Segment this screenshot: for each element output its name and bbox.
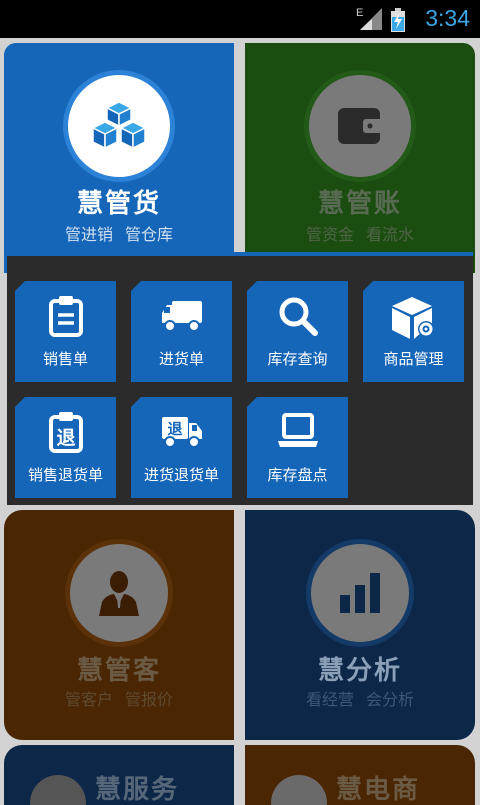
analysis-tile-title: 慧分析 bbox=[317, 656, 402, 686]
clock-time: 3:34 bbox=[425, 5, 470, 31]
customer-icon-circle bbox=[70, 544, 168, 642]
laptop-icon bbox=[277, 413, 318, 447]
goods-submenu-panel: 销售单 进货单 库存查询 商品管理 退 销售退货单 退 进货退货单 库存盘点 bbox=[7, 252, 473, 505]
customer-management-tile[interactable]: 慧管客 管客户 管报价 bbox=[4, 510, 234, 740]
return-glyph-sales: 退 bbox=[56, 427, 75, 449]
goods-management-tile[interactable]: 慧管货 管进销 管仓库 bbox=[4, 43, 234, 273]
customer-sub-quotes: 管报价 bbox=[125, 690, 174, 709]
account-sub-flow: 看流水 bbox=[366, 225, 415, 244]
person-icon bbox=[99, 571, 139, 616]
goods-sub-sales: 管进销 bbox=[64, 225, 113, 244]
analysis-icon-circle bbox=[311, 544, 409, 642]
search-icon bbox=[279, 297, 318, 336]
wallet-icon bbox=[338, 108, 383, 144]
service-tile[interactable]: 慧服务 bbox=[4, 745, 234, 805]
account-icon-circle bbox=[309, 75, 411, 177]
sales-return-label: 销售退货单 bbox=[27, 466, 103, 484]
customer-sub-customers: 管客户 bbox=[64, 690, 113, 709]
inventory-check-label: 库存盘点 bbox=[267, 466, 328, 484]
account-tile-title: 慧管账 bbox=[317, 189, 402, 219]
analysis-sub-analyze: 会分析 bbox=[366, 690, 415, 709]
inventory-query-button[interactable]: 库存查询 bbox=[247, 281, 348, 382]
clipboard-icon bbox=[48, 296, 83, 337]
inventory-check-button[interactable]: 库存盘点 bbox=[247, 397, 348, 498]
customer-tile-title: 慧管客 bbox=[76, 656, 161, 686]
goods-sub-warehouse: 管仓库 bbox=[125, 225, 174, 244]
signal-icon: E bbox=[356, 7, 382, 30]
analysis-tile-subtitle: 看经营 会分析 bbox=[245, 686, 475, 710]
status-bar: E 3:34 bbox=[0, 0, 480, 38]
analysis-tile[interactable]: 慧分析 看经营 会分析 bbox=[245, 510, 475, 740]
truck-icon bbox=[161, 301, 202, 332]
sales-return-button[interactable]: 退 销售退货单 bbox=[15, 397, 116, 498]
bar-chart-icon bbox=[340, 573, 380, 613]
purchase-order-button[interactable]: 进货单 bbox=[131, 281, 232, 382]
purchase-order-label: 进货单 bbox=[158, 350, 204, 368]
customer-tile-subtitle: 管客户 管报价 bbox=[4, 686, 234, 710]
product-management-button[interactable]: 商品管理 bbox=[363, 281, 464, 382]
ecommerce-tile[interactable]: 慧电商 bbox=[245, 745, 475, 805]
box-gear-icon bbox=[391, 297, 434, 339]
inventory-query-label: 库存查询 bbox=[267, 350, 328, 368]
purchase-return-label: 进货退货单 bbox=[143, 466, 219, 484]
return-clipboard-icon: 退 bbox=[48, 412, 83, 453]
sales-order-label: 销售单 bbox=[42, 350, 88, 368]
panel-accent-line bbox=[7, 252, 473, 256]
goods-tile-subtitle: 管进销 管仓库 bbox=[4, 221, 234, 245]
return-glyph-purchase: 退 bbox=[167, 420, 182, 438]
product-management-label: 商品管理 bbox=[383, 350, 444, 368]
purchase-return-button[interactable]: 退 进货退货单 bbox=[131, 397, 232, 498]
analysis-sub-business: 看经营 bbox=[305, 690, 354, 709]
battery-charging-icon bbox=[391, 8, 405, 32]
account-tile-subtitle: 管资金 看流水 bbox=[245, 221, 475, 245]
goods-tile-title: 慧管货 bbox=[76, 189, 161, 219]
sales-order-button[interactable]: 销售单 bbox=[15, 281, 116, 382]
goods-icon-circle bbox=[68, 75, 170, 177]
account-management-tile[interactable]: 慧管账 管资金 看流水 bbox=[245, 43, 475, 273]
return-truck-icon: 退 bbox=[161, 417, 202, 448]
account-sub-funds: 管资金 bbox=[305, 225, 354, 244]
boxes-icon bbox=[92, 101, 146, 149]
network-type-label: E bbox=[356, 7, 363, 19]
